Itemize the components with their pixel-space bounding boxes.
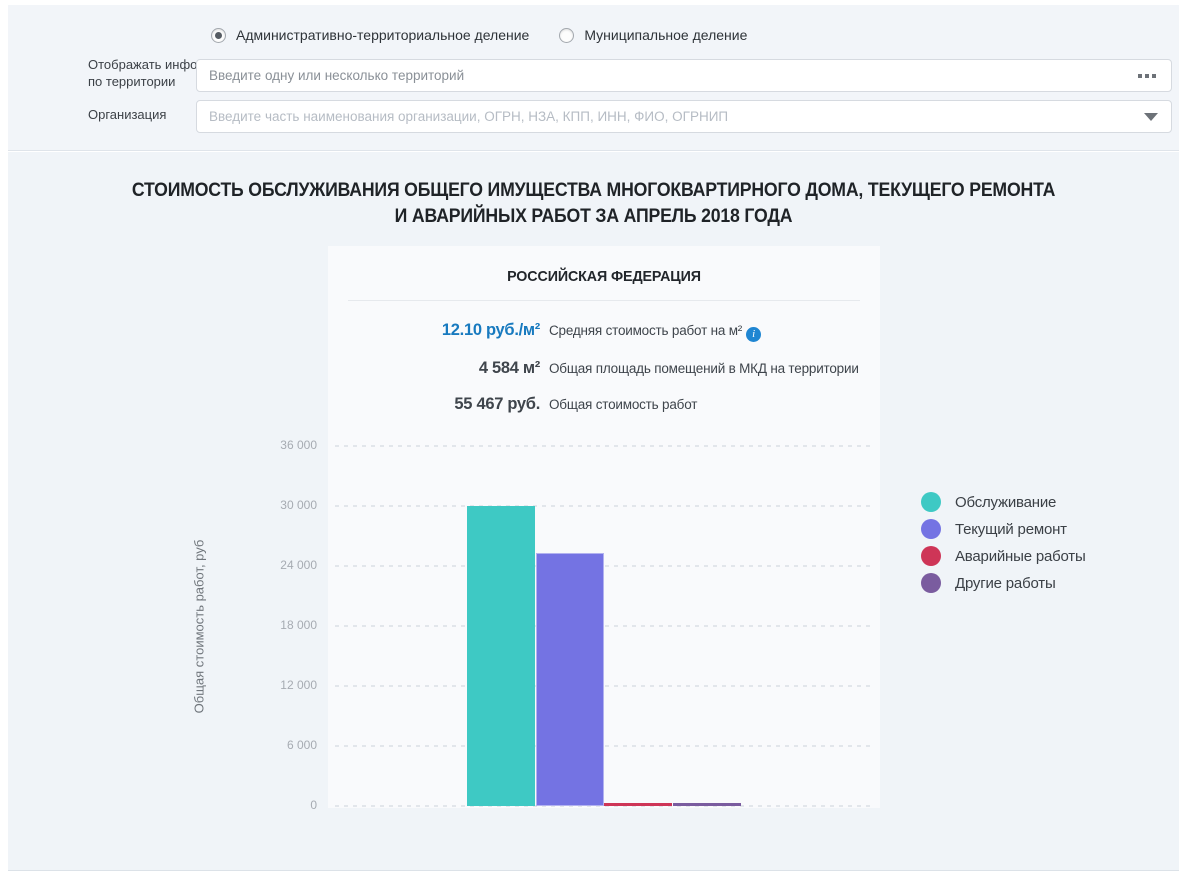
radio-button-icon [559, 28, 574, 43]
bar-chart-plot: 06 00012 00018 00024 00030 00036 000 [335, 446, 875, 806]
stat-value: 12.10 руб./м² [328, 321, 540, 340]
legend-swatch-icon [921, 546, 941, 566]
gridline [335, 685, 875, 687]
legend-item[interactable]: Обслуживание [921, 492, 1086, 512]
legend-item[interactable]: Другие работы [921, 573, 1086, 593]
gridline [335, 565, 875, 567]
legend-label: Текущий ремонт [955, 521, 1067, 538]
page-title-line1: СТОИМОСТЬ ОБСЛУЖИВАНИЯ ОБЩЕГО ИМУЩЕСТВА … [132, 180, 1055, 201]
y-tick-label: 30 000 [251, 498, 317, 512]
y-tick-label: 12 000 [251, 678, 317, 692]
legend-item[interactable]: Текущий ремонт [921, 519, 1086, 539]
stat-label: Общая стоимость работ [549, 397, 697, 412]
radio-label: Административно-территориальное деление [236, 27, 529, 43]
info-icon[interactable]: i [746, 327, 761, 342]
bar-2[interactable] [536, 553, 604, 806]
divider [348, 300, 860, 301]
legend-label: Другие работы [955, 575, 1056, 592]
radio-button-icon [211, 28, 226, 43]
stats-block: 12.10 руб./м² Средняя стоимость работ на… [328, 321, 880, 414]
gridline [335, 745, 875, 747]
territory-input-wrap [196, 59, 1172, 92]
y-axis-title: Общая стоимость работ, руб [192, 539, 207, 713]
legend-item[interactable]: Аварийные работы [921, 546, 1086, 566]
ellipsis-icon[interactable] [1136, 70, 1158, 82]
filter-panel: Административно-территориальное деление … [8, 5, 1179, 151]
page-title-line2: И АВАРИЙНЫХ РАБОТ ЗА АПРЕЛЬ 2018 ГОДА [395, 206, 793, 227]
bar-1[interactable] [467, 506, 535, 806]
stat-row-total-area: 4 584 м² Общая площадь помещений в МКД н… [328, 359, 880, 378]
legend-swatch-icon [921, 492, 941, 512]
chevron-down-icon[interactable] [1144, 113, 1158, 121]
legend-swatch-icon [921, 519, 941, 539]
y-tick-label: 6 000 [251, 738, 317, 752]
bar-4[interactable] [673, 803, 741, 806]
y-tick-label: 36 000 [251, 438, 317, 452]
region-title: РОССИЙСКАЯ ФЕДЕРАЦИЯ [342, 246, 866, 285]
organization-input-wrap [196, 100, 1172, 133]
gridline [335, 445, 875, 447]
chart-legend: Обслуживание Текущий ремонт Аварийные рабо… [921, 492, 1086, 600]
gridline [335, 625, 875, 627]
page: Административно-территориальное деление … [0, 0, 1187, 880]
report-section: СТОИМОСТЬ ОБСЛУЖИВАНИЯ ОБЩЕГО ИМУЩЕСТВА … [8, 152, 1179, 871]
stat-label: Общая площадь помещений в МКД на террито… [549, 361, 859, 376]
y-axis-title-wrap: Общая стоимость работ, руб [190, 446, 208, 806]
radio-admin-territorial-division[interactable]: Административно-территориальное деление [211, 27, 529, 43]
stat-row-avg-cost: 12.10 руб./м² Средняя стоимость работ на… [328, 321, 880, 342]
legend-swatch-icon [921, 573, 941, 593]
y-tick-label: 18 000 [251, 618, 317, 632]
territory-input[interactable] [196, 59, 1172, 92]
division-radio-group: Административно-территориальное деление … [211, 27, 747, 43]
y-tick-label: 24 000 [251, 558, 317, 572]
y-tick-label: 0 [251, 798, 317, 812]
legend-label: Аварийные работы [955, 548, 1086, 565]
radio-municipal-division[interactable]: Муниципальное деление [559, 27, 747, 43]
stat-row-total-cost: 55 467 руб. Общая стоимость работ [328, 395, 880, 414]
page-title: СТОИМОСТЬ ОБСЛУЖИВАНИЯ ОБЩЕГО ИМУЩЕСТВА … [49, 178, 1138, 229]
legend-label: Обслуживание [955, 494, 1056, 511]
stat-value: 4 584 м² [328, 359, 540, 378]
radio-label: Муниципальное деление [584, 27, 747, 43]
stat-label: Средняя стоимость работ на м²i [549, 323, 761, 342]
gridline [335, 505, 875, 507]
organization-input[interactable] [196, 100, 1172, 133]
stat-value: 55 467 руб. [328, 395, 540, 414]
bar-3[interactable] [604, 803, 672, 806]
